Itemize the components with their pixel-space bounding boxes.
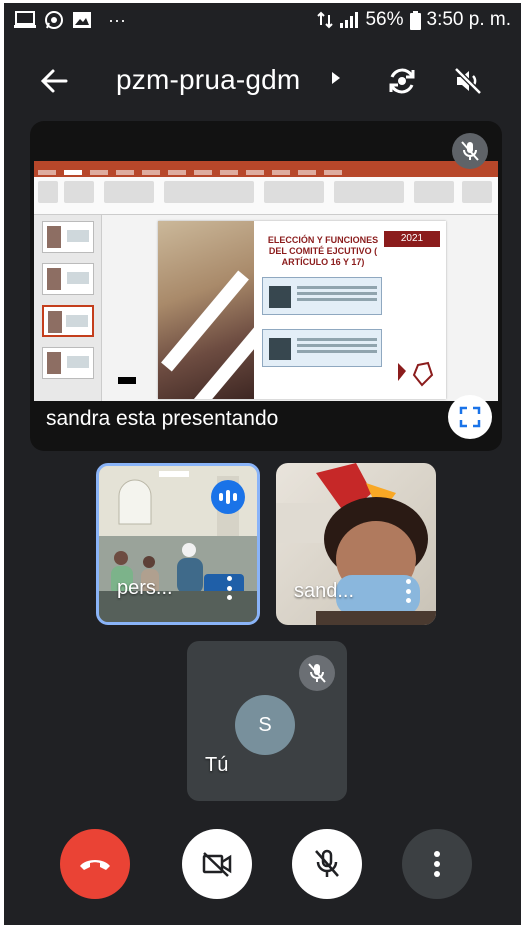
monitor-icon xyxy=(14,10,36,30)
back-arrow-icon xyxy=(40,69,68,93)
presenter-muted-indicator xyxy=(452,133,488,169)
caret-right-icon[interactable] xyxy=(331,71,341,85)
slide-heading: ELECCIÓN Y FUNCIONES DEL COMITÉ EJCUTIVO… xyxy=(267,235,379,267)
presenting-label: sandra esta presentando xyxy=(46,407,279,430)
meeting-code[interactable]: pzm-prua-gdm xyxy=(116,64,300,96)
signal-icon xyxy=(339,11,359,29)
slide-box-2 xyxy=(262,329,382,367)
self-name: Tú xyxy=(205,754,229,776)
data-arrows-icon xyxy=(317,11,334,29)
avatar: S xyxy=(235,695,295,755)
self-tile[interactable]: S Tú xyxy=(187,641,347,801)
slide-thumbnails xyxy=(34,215,102,401)
participant-name: pers... xyxy=(117,577,173,599)
self-muted-indicator xyxy=(299,655,335,691)
slide-logo xyxy=(398,361,434,387)
battery-icon xyxy=(409,10,421,30)
participant-tile-pers[interactable]: pers... xyxy=(96,463,260,625)
phone-screen: ··· 56% 3:50 p. m. pzm-prua-gdm ELECCIÓN… xyxy=(4,3,521,925)
mic-off-icon xyxy=(315,849,339,877)
speaker-off-button[interactable] xyxy=(448,61,488,101)
slide-box-1 xyxy=(262,277,382,315)
status-bar: ··· 56% 3:50 p. m. xyxy=(4,3,521,37)
shared-screen: ELECCIÓN Y FUNCIONES DEL COMITÉ EJCUTIVO… xyxy=(34,161,498,401)
more-options-button[interactable] xyxy=(404,579,412,603)
redaction-bar xyxy=(118,377,136,384)
more-notifications: ··· xyxy=(108,9,126,30)
clock: 3:50 p. m. xyxy=(426,9,512,30)
fullscreen-button[interactable] xyxy=(448,395,492,439)
slide-photo xyxy=(158,221,279,399)
participant-tile-sand[interactable]: sand... xyxy=(276,463,436,625)
current-slide: ELECCIÓN Y FUNCIONES DEL COMITÉ EJCUTIVO… xyxy=(158,221,446,399)
battery-percent: 56% xyxy=(365,9,404,30)
more-vert-icon xyxy=(434,851,440,877)
participant-name: sand... xyxy=(294,580,355,602)
camera-off-button[interactable] xyxy=(182,829,252,899)
speaking-indicator xyxy=(211,480,245,514)
switch-camera-button[interactable] xyxy=(382,61,422,101)
mic-off-button[interactable] xyxy=(292,829,362,899)
mic-off-icon xyxy=(308,663,326,683)
hang-up-icon xyxy=(80,860,110,870)
powerpoint-tabs xyxy=(34,168,498,177)
whatsapp-icon xyxy=(44,10,64,30)
powerpoint-ribbon xyxy=(34,177,498,215)
presentation-tile[interactable]: ELECCIÓN Y FUNCIONES DEL COMITÉ EJCUTIVO… xyxy=(30,121,502,451)
powerpoint-titlebar xyxy=(34,161,498,168)
top-bar: pzm-prua-gdm xyxy=(4,51,521,111)
speaker-off-icon xyxy=(454,67,482,95)
image-icon xyxy=(72,11,92,29)
more-options-button[interactable] xyxy=(402,829,472,899)
more-options-button[interactable] xyxy=(225,576,233,600)
back-button[interactable] xyxy=(34,63,74,99)
end-call-button[interactable] xyxy=(60,829,130,899)
fullscreen-icon xyxy=(459,406,481,428)
switch-camera-icon xyxy=(389,68,415,94)
mic-off-icon xyxy=(461,141,479,161)
slide-year: 2021 xyxy=(384,231,440,247)
camera-off-icon xyxy=(202,852,232,877)
